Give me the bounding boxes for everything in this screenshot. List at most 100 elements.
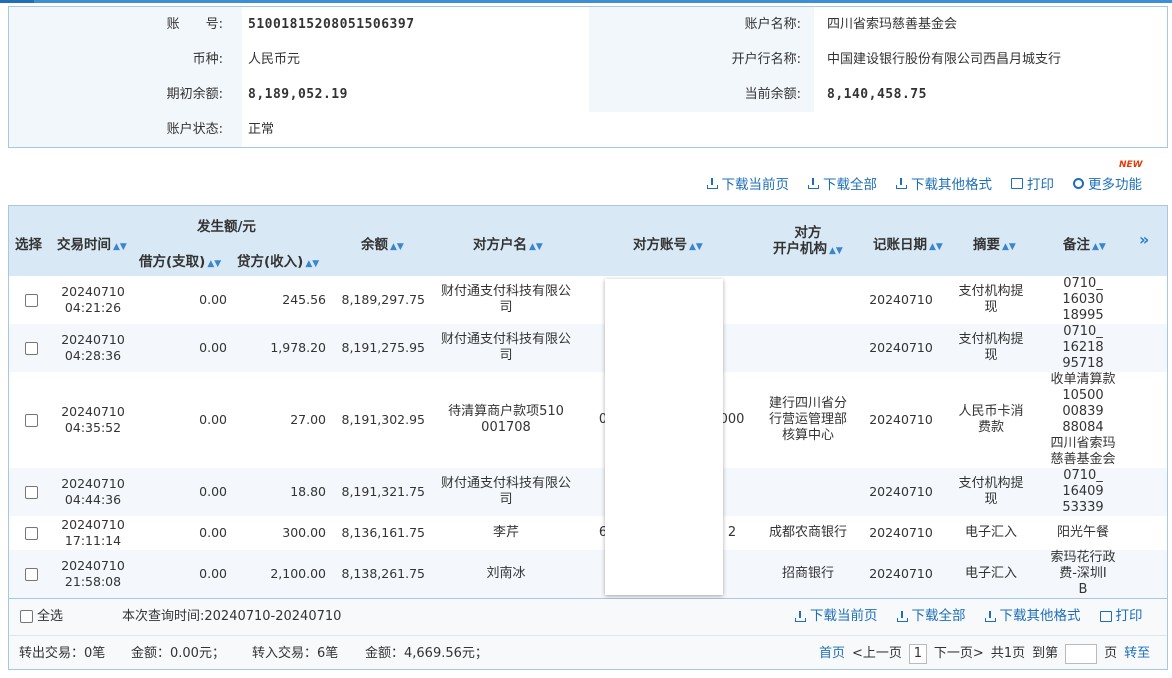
cell-post-date: 20240710 [869,412,933,427]
row-checkbox[interactable] [24,413,38,427]
col-time[interactable]: 交易时间 ▲▼ [57,233,127,253]
footer-print-link[interactable]: 打印 [1099,599,1143,634]
row-select-cell [21,550,41,598]
select-all-checkbox[interactable] [20,610,33,623]
row-checkbox[interactable] [24,567,38,581]
goto-label: 到第 [1032,646,1059,661]
table-row[interactable]: 20240710 04:21:26 0.00 245.56 8,189,297.75 财付… [9,276,1167,324]
footer-download-all-link[interactable]: 下载全部 [896,599,966,634]
goto-button[interactable]: 转至 [1124,636,1150,671]
cell-counterparty-name: 财付通支付科技有限公司 [440,332,571,363]
table-row[interactable]: 20240710 04:28:36 0.00 1,978.20 8,191,275.95… [9,324,1167,372]
cell-credit: 18.80 [290,484,326,499]
col-counterparty-name[interactable]: 对方户名 ▲▼ [473,233,543,253]
current-page[interactable]: 1 [908,643,927,664]
cell-balance: 8,138,261.75 [341,566,426,581]
current-balance-label: 当前余额: [744,87,801,102]
prev-page-link[interactable]: <上一页 [852,636,902,671]
incoming-amount: 金额：4,669.56元； [365,646,488,661]
col-credit[interactable]: 贷方(收入) ▲▼ [237,250,319,270]
cell-post-date: 20240710 [869,566,933,581]
download-icon [706,177,718,189]
more-functions-link[interactable]: 更多功能 [1073,173,1142,193]
cell-debit: 0.00 [199,292,227,307]
cell-counterparty-name: 刘南冰 [486,566,526,581]
cell-balance: 8,189,297.75 [341,292,426,307]
sort-icon: ▲▼ [305,259,320,269]
col-post-date[interactable]: 记账日期 ▲▼ [873,233,943,253]
cell-summary: 支付机构提现 [958,332,1024,363]
footer-download-other-link[interactable]: 下载其他格式 [984,599,1081,634]
download-icon [795,611,806,622]
col-amount-group: 发生额/元 [197,219,256,235]
page-unit: 页 [1104,646,1118,661]
opening-balance: 8,189,052.19 [248,87,348,102]
scroll-columns-right-icon[interactable]: » [1139,230,1149,249]
account-name: 四川省索玛慈善基金会 [827,17,958,32]
row-checkbox[interactable] [24,526,38,540]
cell-counterparty-account-end: 000 [719,412,745,427]
col-counterparty-account[interactable]: 对方账号 ▲▼ [633,233,703,253]
table-row[interactable]: 20240710 04:35:52 0.00 27.00 8,191,302.95 待清算… [9,372,1167,468]
cell-time: 20240710 04:35:52 [61,404,125,435]
cell-counterparty-account-end: 2 [727,525,737,540]
cell-post-date: 20240710 [869,484,933,499]
first-page-link[interactable]: 首页 [819,636,845,671]
toolbar: 下载当前页 下载全部 下载其他格式 打印 更多功能 [706,172,1142,194]
col-counterparty-bank[interactable]: 对方 开户机构 ▲▼ [773,225,843,259]
cell-time: 20240710 17:11:14 [61,517,125,548]
col-balance[interactable]: 余额 ▲▼ [361,233,404,253]
print-link[interactable]: 打印 [1011,173,1054,193]
sort-icon: ▲▼ [529,242,543,252]
bank-name-label: 开户行名称: [731,52,801,67]
cell-counterparty-account-end [721,550,743,598]
cell-credit: 1,978.20 [270,340,326,355]
cell-remark: 索玛花行政 费-深圳I B [1050,550,1116,597]
cell-counterparty-account-end [721,276,743,324]
redaction-overlay [605,279,723,595]
bank-name: 中国建设银行股份有限公司西昌月城支行 [827,52,1062,67]
outgoing-count: 转出交易：0笔 [19,646,106,661]
cell-debit: 0.00 [199,340,227,355]
cell-debit: 0.00 [199,566,227,581]
col-summary[interactable]: 摘要 ▲▼ [973,233,1016,253]
goto-page-input[interactable] [1065,643,1098,664]
info-row: 期初余额: 8,189,052.19 当前余额: 8,140,458.75 [9,77,1167,112]
col-remark[interactable]: 备注 ▲▼ [1063,233,1106,253]
row-checkbox[interactable] [24,485,38,499]
row-select-cell [21,516,41,550]
cell-remark: 收单清算款 10500 00839 88084 四川省索玛 慈善基金会 [1050,372,1116,467]
cell-time: 20240710 04:28:36 [61,332,125,363]
select-all[interactable]: 全选 [20,599,63,634]
account-name-label: 账户名称: [744,17,801,32]
sort-icon: ▲▼ [1092,242,1106,252]
account-info-panel: 账 号: 51001815208051506397 账户名称: 四川省索玛慈善基… [8,6,1168,148]
download-all-link[interactable]: 下载全部 [808,173,877,193]
row-select-cell [21,324,41,372]
col-debit[interactable]: 借方(支取) ▲▼ [139,250,221,270]
currency-label: 币种: [192,52,223,67]
download-other-format-link[interactable]: 下载其他格式 [896,173,992,193]
footer-download-page-link[interactable]: 下载当前页 [795,599,878,634]
cell-balance: 8,191,321.75 [341,484,426,499]
sort-icon: ▲▼ [829,246,843,256]
download-page-link[interactable]: 下载当前页 [706,173,789,193]
new-badge: NEW [1119,160,1143,170]
footer-summary: 转出交易：0笔 金额：0.00元； 转入交易：6笔 金额：4,669.56元； … [9,635,1167,670]
table-row[interactable]: 20240710 21:58:08 0.00 2,100.00 8,138,261.75… [9,550,1167,598]
cell-balance: 8,136,161.75 [341,525,426,540]
active-tab-indicator [0,0,34,3]
cell-summary: 人民币卡消 费款 [958,404,1024,435]
next-page-link[interactable]: 下一页> [934,636,984,671]
row-checkbox[interactable] [24,293,38,307]
table-row[interactable]: 20240710 04:44:36 0.00 18.80 8,191,321.75 财付通… [9,468,1167,516]
sort-icon: ▲▼ [390,242,404,252]
printer-icon [1099,611,1112,622]
incoming-count: 转入交易：6笔 [252,646,339,661]
cell-time: 20240710 04:21:26 [61,284,125,315]
cell-counterparty-bank: 建行四川省分 行营运管理部 核算中心 [768,396,847,443]
cell-remark: 阳光午餐 [1056,525,1109,540]
cell-counterparty-name: 李芹 [492,525,519,540]
row-checkbox[interactable] [24,341,38,355]
table-row[interactable]: 20240710 17:11:14 0.00 300.00 8,136,161.75 李芹… [9,516,1167,550]
